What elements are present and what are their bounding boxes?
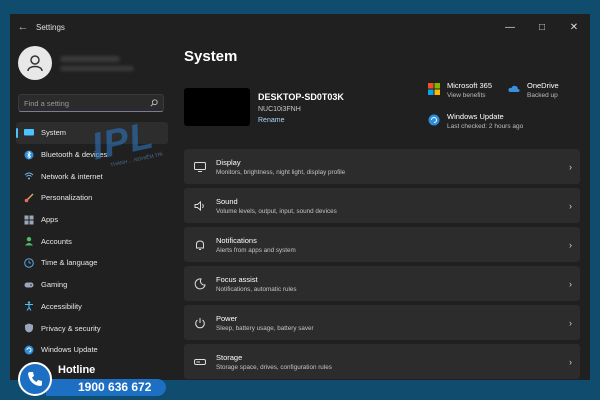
update-icon [24,345,34,355]
power-card[interactable]: Power Sleep, battery usage, battery save… [184,305,580,340]
hotline-banner[interactable]: 1900 636 672 Hotline [18,362,166,396]
person-icon [27,55,43,72]
card-subtitle: Alerts from apps and system [216,246,296,254]
window-title: Settings [36,22,65,32]
sidebar-item-apps[interactable]: Apps [16,209,168,231]
sidebar-item-gaming[interactable]: Gaming [16,274,168,296]
moon-icon [194,277,206,290]
speaker-icon [194,200,206,212]
sidebar-item-privacy[interactable]: Privacy & security [16,317,168,339]
cloud-icon [508,82,520,94]
sidebar-item-label: System [41,128,67,138]
display-card[interactable]: Display Monitors, brightness, night ligh… [184,149,580,184]
user-profile[interactable] [18,46,134,80]
title-bar: ← Settings — □ ✕ [10,14,590,40]
sidebar-item-label: Network & internet [41,171,103,181]
sidebar-item-windows-update[interactable]: Windows Update [16,339,168,361]
device-thumbnail [184,88,250,126]
card-subtitle: Storage space, drives, configuration rul… [216,363,332,371]
sidebar-item-label: Personalization [41,193,93,203]
maximize-button[interactable]: □ [526,14,558,40]
bell-icon [194,239,206,251]
device-name: DESKTOP-SD0T03K [258,92,344,102]
rename-link[interactable]: Rename [258,117,284,124]
sound-card[interactable]: Sound Volume levels, output, input, soun… [184,188,580,223]
sidebar-item-label: Time & language [41,258,98,268]
microsoft-365-sub: View benefits [447,92,486,99]
windows-update-sub: Last checked: 2 hours ago [447,123,524,130]
storage-card[interactable]: Storage Storage space, drives, configura… [184,344,580,379]
device-model: NUC10i3FNH [258,106,301,113]
card-title: Display [216,157,241,167]
monitor-icon [24,128,34,138]
onedrive-title: OneDrive [527,81,559,90]
sidebar-item-label: Windows Update [41,345,98,355]
gamepad-icon [24,280,34,290]
card-title: Storage [216,352,243,362]
sidebar-item-label: Apps [41,215,59,225]
microsoft-365-title: Microsoft 365 [447,81,493,90]
card-title: Focus assist [216,274,258,284]
onedrive-sub: Backed up [527,92,558,99]
settings-cards: Display Monitors, brightness, night ligh… [184,149,580,380]
onedrive-status[interactable]: OneDrive Backed up [508,81,559,99]
sidebar-item-label: Privacy & security [41,323,101,333]
close-button[interactable]: ✕ [558,14,590,40]
phone-icon [18,362,52,396]
brush-icon [24,193,34,203]
sidebar-item-accounts[interactable]: Accounts [16,230,168,252]
card-subtitle: Volume levels, output, input, sound devi… [216,207,337,215]
windows-update-title: Windows Update [447,112,504,121]
back-button[interactable]: ← [10,21,36,33]
sidebar-item-network[interactable]: Network & internet [16,165,168,187]
notifications-card[interactable]: Notifications Alerts from apps and syste… [184,227,580,262]
microsoft-365-status[interactable]: Microsoft 365 View benefits [428,81,492,99]
hotline-label: Hotline [58,364,96,376]
update-icon [428,113,440,126]
display-icon [194,161,206,173]
microsoft-365-icon [428,82,440,95]
card-title: Notifications [216,235,257,245]
chevron-right-icon: › [569,239,572,250]
search-input[interactable]: Find a setting [24,99,150,108]
card-title: Sound [216,196,238,206]
accessibility-icon [24,301,34,312]
shield-icon [24,323,34,333]
card-title: Power [216,313,238,323]
windows-update-status[interactable]: Windows Update Last checked: 2 hours ago [428,112,523,130]
avatar[interactable] [18,46,52,80]
bluetooth-icon [24,150,34,160]
card-subtitle: Monitors, brightness, night light, displ… [216,168,346,176]
window-controls: — □ ✕ [494,14,590,40]
apps-icon [24,215,34,225]
power-icon [194,317,206,329]
page-title: System [184,48,238,65]
settings-window: ← Settings — □ ✕ Find a setting System B… [10,14,590,380]
focus-assist-card[interactable]: Focus assist Notifications, automatic ru… [184,266,580,301]
search-icon[interactable] [150,99,158,107]
storage-icon [194,356,206,368]
hotline-number[interactable]: 1900 636 672 [46,379,166,396]
sidebar-item-accessibility[interactable]: Accessibility [16,296,168,318]
sidebar-item-time-language[interactable]: Time & language [16,252,168,274]
blurred-account-name [60,55,134,71]
person-icon [24,236,34,246]
search-box[interactable]: Find a setting [18,94,164,112]
sidebar-item-label: Gaming [41,280,68,290]
globe-clock-icon [24,258,34,268]
chevron-right-icon: › [569,200,572,211]
chevron-right-icon: › [569,317,572,328]
card-subtitle: Sleep, battery usage, battery saver [216,324,314,332]
card-subtitle: Notifications, automatic rules [216,285,297,293]
sidebar-item-label: Accounts [41,236,72,246]
chevron-right-icon: › [569,161,572,172]
minimize-button[interactable]: — [494,14,526,40]
wifi-icon [24,171,34,181]
chevron-right-icon: › [569,356,572,367]
sidebar-item-label: Accessibility [41,301,82,311]
chevron-right-icon: › [569,278,572,289]
sidebar-item-personalization[interactable]: Personalization [16,187,168,209]
